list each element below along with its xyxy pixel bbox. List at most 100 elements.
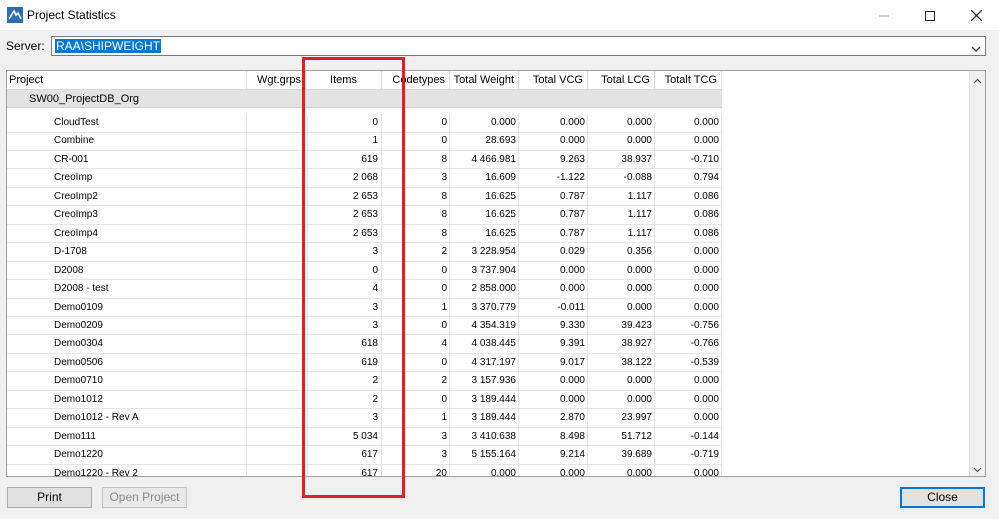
- column-header-items[interactable]: Items: [306, 71, 382, 90]
- project-cell: Combine: [7, 132, 247, 151]
- table-row[interactable]: Demo07103223 157.9360.0000.0000.000: [7, 372, 722, 391]
- column-header-total-tcg[interactable]: Totalt TCG: [655, 71, 722, 90]
- total-tcg-cell: 0.000: [655, 114, 722, 132]
- codetypes-cell: 8: [382, 187, 450, 206]
- wgt-grps-cell: 0: [247, 150, 308, 169]
- project-cell: D2008: [7, 261, 247, 280]
- codetypes-cell: 1: [382, 409, 450, 428]
- table-row[interactable]: CR-001061984 466.9819.26338.937-0.710: [7, 150, 722, 170]
- total-lcg-cell: 0.000: [588, 390, 655, 409]
- codetypes-cell: 3: [382, 427, 450, 446]
- total-vcg-cell: 0.787: [519, 187, 588, 206]
- codetypes-cell: 8: [382, 150, 450, 169]
- wgt-grps-cell: 3: [247, 409, 308, 428]
- items-cell: 617: [306, 464, 382, 476]
- codetypes-cell: 0: [382, 114, 450, 132]
- total-vcg-cell: 0.000: [519, 280, 588, 299]
- table-row[interactable]: CloudTest0000.0000.0000.0000.000: [7, 114, 722, 133]
- window-title: Project Statistics: [27, 8, 116, 22]
- table-row[interactable]: Demo0304161844 038.4459.39138.927-0.766: [7, 335, 722, 354]
- project-cell: CreoImp4: [7, 224, 247, 243]
- table-row[interactable]: Combine01028.6930.0000.0000.000: [7, 132, 722, 151]
- items-cell: 2 653: [306, 224, 382, 243]
- project-cell: Demo0109: [7, 298, 247, 317]
- group-row[interactable]: SW00_ProjectDB_Org: [7, 90, 722, 108]
- table-row[interactable]: CreoImp202 653816.6250.7871.1170.086: [7, 187, 722, 207]
- total-lcg-cell: 1.117: [588, 224, 655, 243]
- column-header-project[interactable]: Project: [7, 71, 247, 90]
- total-lcg-cell: 38.122: [588, 353, 655, 372]
- total-tcg-cell: 0.000: [655, 261, 722, 280]
- table-row[interactable]: Demo0506261904 317.1979.01738.122-0.539: [7, 353, 722, 373]
- table-row[interactable]: D2008 - test3402 858.0000.0000.0000.000: [7, 280, 722, 299]
- items-cell: 2 068: [306, 169, 382, 188]
- wgt-grps-cell: 0: [247, 224, 308, 243]
- close-button[interactable]: Close: [900, 487, 985, 508]
- table-row[interactable]: D20086003 737.9040.0000.0000.000: [7, 261, 722, 281]
- table-row[interactable]: Demo1220 - Rev 20617200.0000.0000.0000.0…: [7, 464, 722, 476]
- print-button[interactable]: Print: [7, 487, 92, 508]
- vertical-scrollbar[interactable]: [969, 71, 985, 476]
- wgt-grps-cell: 0: [247, 187, 308, 206]
- column-header-total-weight[interactable]: Total Weight: [450, 71, 519, 90]
- project-cell: Demo1012 - Rev A: [7, 409, 247, 428]
- maximize-icon[interactable]: [907, 0, 953, 30]
- items-cell: 619: [306, 353, 382, 372]
- app-icon: [7, 7, 23, 23]
- total-weight-cell: 16.625: [450, 206, 519, 225]
- open-project-button[interactable]: Open Project: [102, 487, 187, 508]
- total-vcg-cell: 0.000: [519, 390, 588, 409]
- total-vcg-cell: 0.787: [519, 206, 588, 225]
- chevron-down-icon[interactable]: [971, 42, 981, 56]
- items-cell: 5 034: [306, 427, 382, 446]
- column-header-total-vcg[interactable]: Total VCG: [519, 71, 588, 90]
- project-cell: CreoImp: [7, 169, 247, 188]
- column-header-wgt-grps[interactable]: Wgt.grps: [247, 71, 306, 90]
- total-vcg-cell: 9.391: [519, 335, 588, 354]
- items-cell: 3: [306, 298, 382, 317]
- table-row[interactable]: Demo10123203 189.4440.0000.0000.000: [7, 390, 722, 410]
- table-row[interactable]: CreoImp302 653816.6250.7871.1170.086: [7, 206, 722, 225]
- table-row[interactable]: CreoImp02 068316.609-1.122-0.0880.794: [7, 169, 722, 188]
- total-tcg-cell: 0.086: [655, 206, 722, 225]
- table-row[interactable]: Demo01094313 370.779-0.0110.0000.000: [7, 298, 722, 317]
- close-icon[interactable]: [953, 0, 999, 30]
- wgt-grps-cell: 4: [247, 298, 308, 317]
- total-lcg-cell: 38.937: [588, 150, 655, 169]
- project-cell: CreoImp2: [7, 187, 247, 206]
- scroll-up-icon[interactable]: [973, 75, 982, 84]
- table-row[interactable]: Demo1220061735 155.1649.21439.689-0.719: [7, 446, 722, 465]
- total-vcg-cell: -0.011: [519, 298, 588, 317]
- wgt-grps-cell: 0: [247, 169, 308, 188]
- total-lcg-cell: 0.000: [588, 261, 655, 280]
- codetypes-cell: 1: [382, 298, 450, 317]
- total-vcg-cell: 0.000: [519, 132, 588, 151]
- items-cell: 2: [306, 372, 382, 391]
- total-weight-cell: 3 157.936: [450, 372, 519, 391]
- table-row[interactable]: CreoImp402 653816.6250.7871.1170.086: [7, 224, 722, 244]
- wgt-grps-cell: 3: [247, 390, 308, 409]
- table-row[interactable]: D-17083323 228.9540.0290.3560.000: [7, 243, 722, 262]
- total-weight-cell: 16.609: [450, 169, 519, 188]
- column-header-codetypes[interactable]: Codetypes: [382, 71, 450, 90]
- total-weight-cell: 0.000: [450, 464, 519, 476]
- codetypes-cell: 0: [382, 261, 450, 280]
- scroll-down-icon[interactable]: [973, 463, 982, 473]
- codetypes-cell: 2: [382, 372, 450, 391]
- codetypes-cell: 8: [382, 206, 450, 225]
- column-header-total-lcg[interactable]: Total LCG: [588, 71, 655, 90]
- total-tcg-cell: 0.000: [655, 298, 722, 317]
- project-cell: Demo1220 - Rev 2: [7, 464, 247, 476]
- wgt-grps-cell: 2: [247, 353, 308, 372]
- codetypes-cell: 4: [382, 335, 450, 354]
- total-lcg-cell: 39.423: [588, 316, 655, 335]
- table-row[interactable]: Demo11105 03433 410.6388.49851.712-0.144: [7, 427, 722, 447]
- server-value[interactable]: RAA\SHIPWEIGHT: [55, 39, 162, 53]
- statistics-grid[interactable]: Project Wgt.grps Items Codetypes Total W…: [6, 70, 986, 477]
- table-row[interactable]: Demo1012 - Rev A3313 189.4442.87023.9970…: [7, 409, 722, 428]
- wgt-grps-cell: 0: [247, 114, 308, 132]
- total-weight-cell: 5 155.164: [450, 446, 519, 465]
- minimize-icon[interactable]: [861, 0, 907, 30]
- server-select[interactable]: RAA\SHIPWEIGHT: [51, 36, 986, 56]
- table-row[interactable]: Demo02090304 354.3199.33039.423-0.756: [7, 316, 722, 336]
